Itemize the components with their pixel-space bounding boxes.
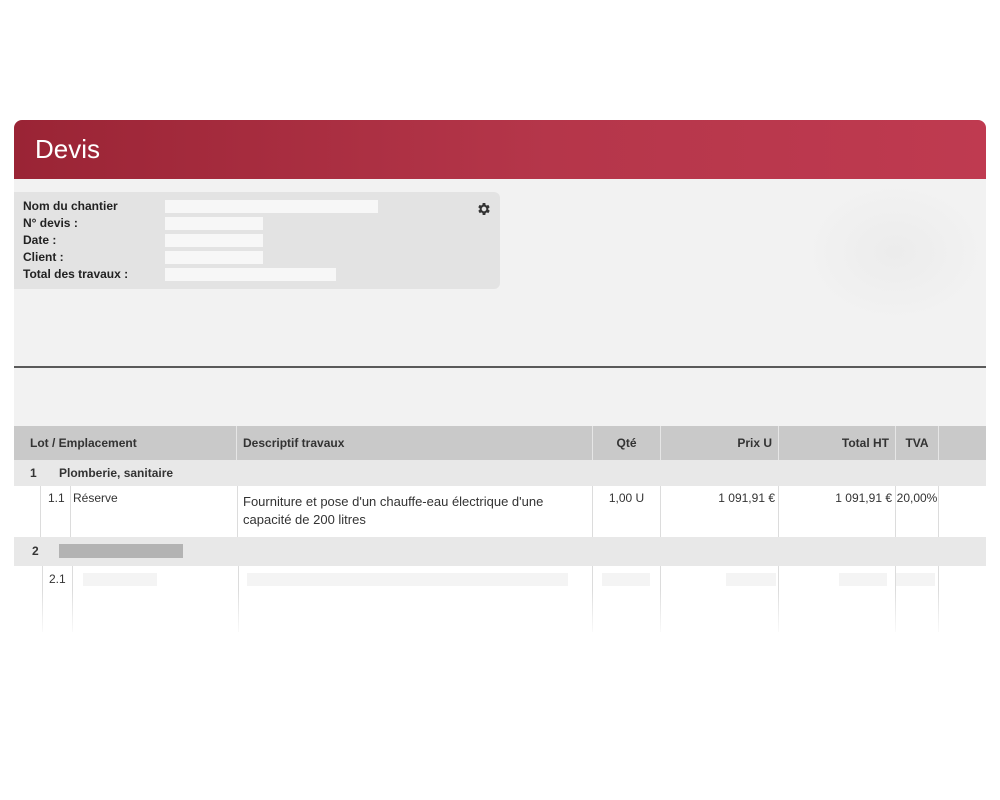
item-number: 1.1 [48,491,65,505]
lot-name-redacted [59,544,183,558]
quote-info-panel: Nom du chantier N° devis : Date : Client… [14,192,500,289]
item-number: 2.1 [49,572,66,586]
lot-number: 2 [32,544,39,558]
total-works-value [165,268,336,281]
section-divider [14,366,986,368]
client-value [165,251,263,264]
date-value [165,234,263,247]
page-title: Devis [35,134,101,164]
client-label: Client : [23,250,64,264]
gear-icon[interactable] [476,201,492,217]
col-unit-price[interactable]: Prix U [661,426,779,460]
quote-card: Devis Nom du chantier N° devis : Date : … [14,120,986,632]
site-name-value [165,200,378,213]
col-description[interactable]: Descriptif travaux [237,426,593,460]
item-unit-price: 1 091,91 € [718,491,775,505]
table-header: Lot / Emplacement Descriptif travaux Qté… [14,426,986,460]
item-qty: 1,00 U [608,491,645,505]
item-vat: 20,00% [896,491,938,505]
col-qty[interactable]: Qté [593,426,661,460]
quote-header: Devis [14,120,986,179]
col-total-ht[interactable]: Total HT [779,426,896,460]
quote-number-label: N° devis : [23,216,78,230]
lot-row[interactable]: 2 [14,537,986,566]
item-location: Réserve [73,491,118,505]
date-label: Date : [23,233,57,247]
quote-number-value [165,217,263,230]
table-row[interactable]: 1.1 Réserve Fourniture et pose d'un chau… [14,486,986,537]
col-lot[interactable]: Lot / Emplacement [14,426,237,460]
item-total-ht: 1 091,91 € [835,491,892,505]
bottom-fade [14,590,986,632]
col-vat[interactable]: TVA [896,426,939,460]
lot-number: 1 [30,466,37,480]
lot-name: Plomberie, sanitaire [59,466,174,480]
item-description: Fourniture et pose d'un chauffe-eau élec… [243,494,544,527]
blurred-logo-area [804,182,986,322]
site-name-label: Nom du chantier [23,199,118,213]
total-works-label: Total des travaux : [23,267,129,281]
lot-row[interactable]: 1 Plomberie, sanitaire [14,460,986,486]
